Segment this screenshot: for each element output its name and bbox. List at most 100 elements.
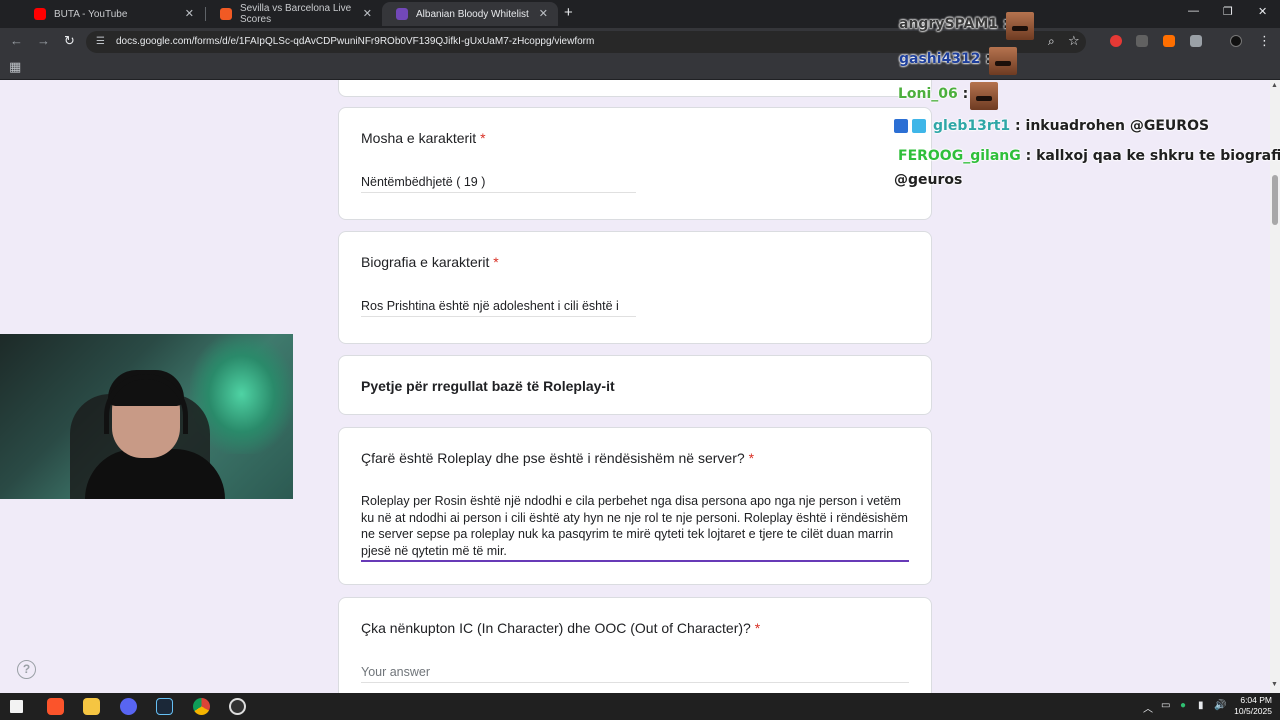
- question-card-roleplay: Çfarë është Roleplay dhe pse është i rën…: [338, 427, 932, 585]
- chat-separator: :: [1025, 148, 1032, 164]
- bookmark-star-icon[interactable]: ☆: [1068, 33, 1080, 49]
- tab-title: Sevilla vs Barcelona Live Scores: [240, 3, 352, 25]
- question-title: Biografia e karakterit *: [361, 254, 499, 270]
- chat-message: FEROOG_gilanG : kallxoj qaa ke shkru te …: [898, 148, 1280, 164]
- site-info-icon[interactable]: ☰: [96, 36, 105, 47]
- extension-icon[interactable]: [1163, 35, 1175, 47]
- required-asterisk: *: [754, 620, 761, 636]
- close-icon[interactable]: ✕: [185, 7, 194, 20]
- page-scrollbar[interactable]: ▲ ▼: [1270, 80, 1280, 693]
- question-card-ic-ooc: Çka nënkupton IC (In Character) dhe OOC …: [338, 597, 932, 693]
- tab-youtube[interactable]: BUTA - YouTube ✕: [20, 2, 204, 26]
- chat-emote: [1006, 12, 1034, 40]
- microphone-icon[interactable]: ▮: [1198, 700, 1204, 711]
- chat-emote: [970, 82, 998, 110]
- chat-username: gashi4312: [899, 51, 981, 67]
- question-title: Çfarë është Roleplay dhe pse është i rën…: [361, 450, 754, 466]
- chat-badge-icon: [894, 119, 908, 133]
- apps-grid-icon[interactable]: ▦: [9, 59, 21, 75]
- question-card-bio: Biografia e karakterit * Ros Prishtina ë…: [338, 231, 932, 344]
- required-asterisk: *: [748, 450, 755, 466]
- question-card-age: Mosha e karakterit * Nëntëmbëdhjetë ( 19…: [338, 107, 932, 220]
- webcam-overlay: [0, 334, 293, 499]
- display-icon[interactable]: ▭: [1161, 700, 1170, 711]
- scroll-up-arrow-icon[interactable]: ▲: [1271, 82, 1278, 89]
- extensions-puzzle-icon[interactable]: [1190, 35, 1202, 47]
- livescore-icon: [220, 8, 232, 20]
- chat-message: gashi4312 :: [899, 51, 991, 67]
- tab-title: Albanian Bloody Whitelist: [416, 8, 529, 20]
- chat-message-continued: @geuros: [894, 172, 962, 188]
- windows-taskbar: ︿ ▭ ● ▮ 🔊 6:04 PM 10/5/2025: [0, 693, 1280, 720]
- browser-toolbar: ← → ↻ ☰ docs.google.com/forms/d/e/1FAIpQ…: [0, 28, 1280, 56]
- extension-icon[interactable]: [1136, 35, 1148, 47]
- chat-text: inkuadrohen @GEUROS: [1025, 118, 1210, 134]
- close-icon[interactable]: ✕: [363, 7, 372, 20]
- back-arrow-icon[interactable]: ←: [10, 34, 23, 48]
- address-bar[interactable]: ☰ docs.google.com/forms/d/e/1FAIpQLSc-qd…: [86, 31, 1086, 53]
- chat-username: FEROOG_gilanG: [898, 148, 1021, 164]
- profile-avatar[interactable]: [1230, 35, 1242, 47]
- zoom-icon[interactable]: ⌕: [1048, 34, 1055, 49]
- brave-browser-icon[interactable]: [47, 698, 64, 715]
- chat-message: Loni_06 :: [898, 86, 968, 102]
- chat-message: gleb13rt1 : inkuadrohen @GEUROS: [933, 118, 1209, 134]
- extension-icon[interactable]: [1110, 35, 1122, 47]
- bookmarks-bar: ▦: [0, 56, 1280, 80]
- question-label: Çka nënkupton IC (In Character) dhe OOC …: [361, 620, 751, 636]
- chat-badge-icon: [912, 119, 926, 133]
- question-label: Çfarë është Roleplay dhe pse është i rën…: [361, 450, 745, 466]
- tab-whitelist-form[interactable]: Albanian Bloody Whitelist ✕: [382, 2, 558, 26]
- window-close-icon[interactable]: ✕: [1258, 5, 1267, 18]
- required-asterisk: *: [480, 130, 486, 146]
- chat-username: Loni_06: [898, 86, 958, 102]
- chat-text: kallxoj qaa ke shkru te biografia: [1036, 148, 1280, 164]
- scroll-down-arrow-icon[interactable]: ▼: [1271, 681, 1278, 688]
- bio-answer-input[interactable]: Ros Prishtina është një adoleshent i cil…: [361, 299, 636, 317]
- youtube-icon: [34, 8, 46, 20]
- tab-livescores[interactable]: Sevilla vs Barcelona Live Scores ✕: [206, 2, 382, 26]
- roleplay-answer-textarea[interactable]: Roleplay per Rosin është një ndodhi e ci…: [361, 493, 909, 562]
- chat-emote: [989, 47, 1017, 75]
- menu-kebab-icon[interactable]: ⋮: [1258, 34, 1271, 48]
- previous-card-bottom: [338, 80, 932, 97]
- reload-icon[interactable]: ↻: [64, 34, 75, 48]
- minimize-icon[interactable]: —: [1188, 5, 1199, 17]
- tab-strip: BUTA - YouTube ✕ Sevilla vs Barcelona Li…: [0, 0, 1280, 28]
- volume-icon[interactable]: 🔊: [1214, 700, 1226, 711]
- url-text: docs.google.com/forms/d/e/1FAIpQLSc-qdAv…: [116, 36, 595, 47]
- chat-username: gleb13rt1: [933, 118, 1011, 134]
- close-icon[interactable]: ✕: [539, 7, 548, 20]
- windows-start-icon[interactable]: [10, 700, 23, 713]
- chat-message: angrySPAM1 :: [899, 16, 1009, 32]
- google-forms-icon: [396, 8, 408, 20]
- network-icon[interactable]: ●: [1180, 700, 1186, 711]
- discord-icon[interactable]: [120, 698, 137, 715]
- system-clock[interactable]: 6:04 PM 10/5/2025: [1228, 695, 1272, 717]
- ic-ooc-answer-input[interactable]: Your answer: [361, 665, 909, 683]
- steam-icon[interactable]: [156, 698, 173, 715]
- obs-studio-icon[interactable]: [229, 698, 246, 715]
- chat-separator: :: [1015, 118, 1021, 134]
- scrollbar-thumb[interactable]: [1272, 175, 1278, 225]
- section-title: Pyetje për rregullat bazë të Roleplay-it: [361, 378, 615, 394]
- chevron-up-icon[interactable]: ︿: [1143, 700, 1153, 715]
- question-title: Çka nënkupton IC (In Character) dhe OOC …: [361, 620, 760, 636]
- clock-time: 6:04 PM: [1240, 695, 1272, 705]
- chat-separator: :: [962, 86, 969, 102]
- tab-title: BUTA - YouTube: [54, 8, 128, 20]
- question-label: Mosha e karakterit: [361, 130, 477, 146]
- file-explorer-icon[interactable]: [83, 698, 100, 715]
- age-answer-input[interactable]: Nëntëmbëdhjetë ( 19 ): [361, 175, 636, 193]
- question-label: Biografia e karakterit: [361, 254, 490, 270]
- section-card: Pyetje për rregullat bazë të Roleplay-it: [338, 355, 932, 415]
- new-tab-button[interactable]: +: [564, 4, 573, 21]
- chat-username: angrySPAM1: [899, 16, 999, 32]
- chrome-icon[interactable]: [193, 698, 210, 715]
- maximize-icon[interactable]: ❐: [1223, 5, 1233, 18]
- chat-text: @geuros: [894, 172, 963, 188]
- help-question-icon[interactable]: ?: [17, 660, 36, 679]
- clock-date: 10/5/2025: [1234, 706, 1272, 716]
- forward-arrow-icon[interactable]: →: [37, 34, 50, 48]
- question-title: Mosha e karakterit *: [361, 130, 486, 146]
